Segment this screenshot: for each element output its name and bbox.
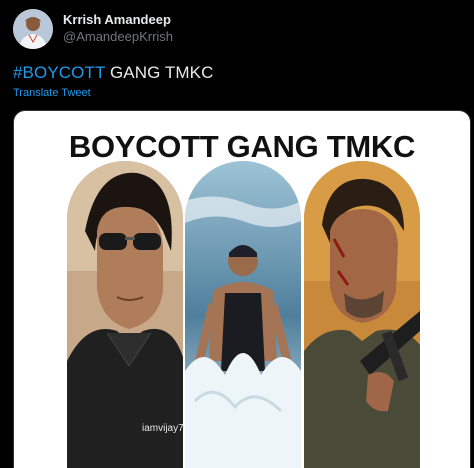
bloodied-actor-with-rifle-icon (304, 161, 420, 468)
hashtag-link[interactable]: #BOYCOTT (13, 63, 105, 82)
avatar-photo-icon (13, 9, 53, 49)
translate-tweet-link[interactable]: Translate Tweet (13, 87, 91, 99)
actor-running-through-water-icon (185, 161, 301, 468)
watermark: iamvijay79 (142, 423, 183, 434)
tweet-text: #BOYCOTT GANG TMKC (13, 63, 214, 83)
poster-panel-center (185, 161, 301, 468)
author-name[interactable]: Krrish Amandeep (63, 12, 171, 27)
tweet-body: GANG TMKC (105, 63, 214, 82)
tweet: Krrish Amandeep @AmandeepKrrish #BOYCOTT… (0, 0, 474, 468)
poster-title: BOYCOTT GANG TMKC (68, 129, 416, 164)
author-handle[interactable]: @AmandeepKrrish (63, 29, 173, 44)
tweet-media-image[interactable]: BOYCOTT GANG TMKC iamvijay79 (13, 110, 471, 468)
poster-panel-left: iamvijay79 (67, 161, 183, 468)
poster-panel-right (304, 161, 420, 468)
actor-with-sunglasses-icon (67, 161, 183, 468)
avatar[interactable] (13, 9, 53, 49)
